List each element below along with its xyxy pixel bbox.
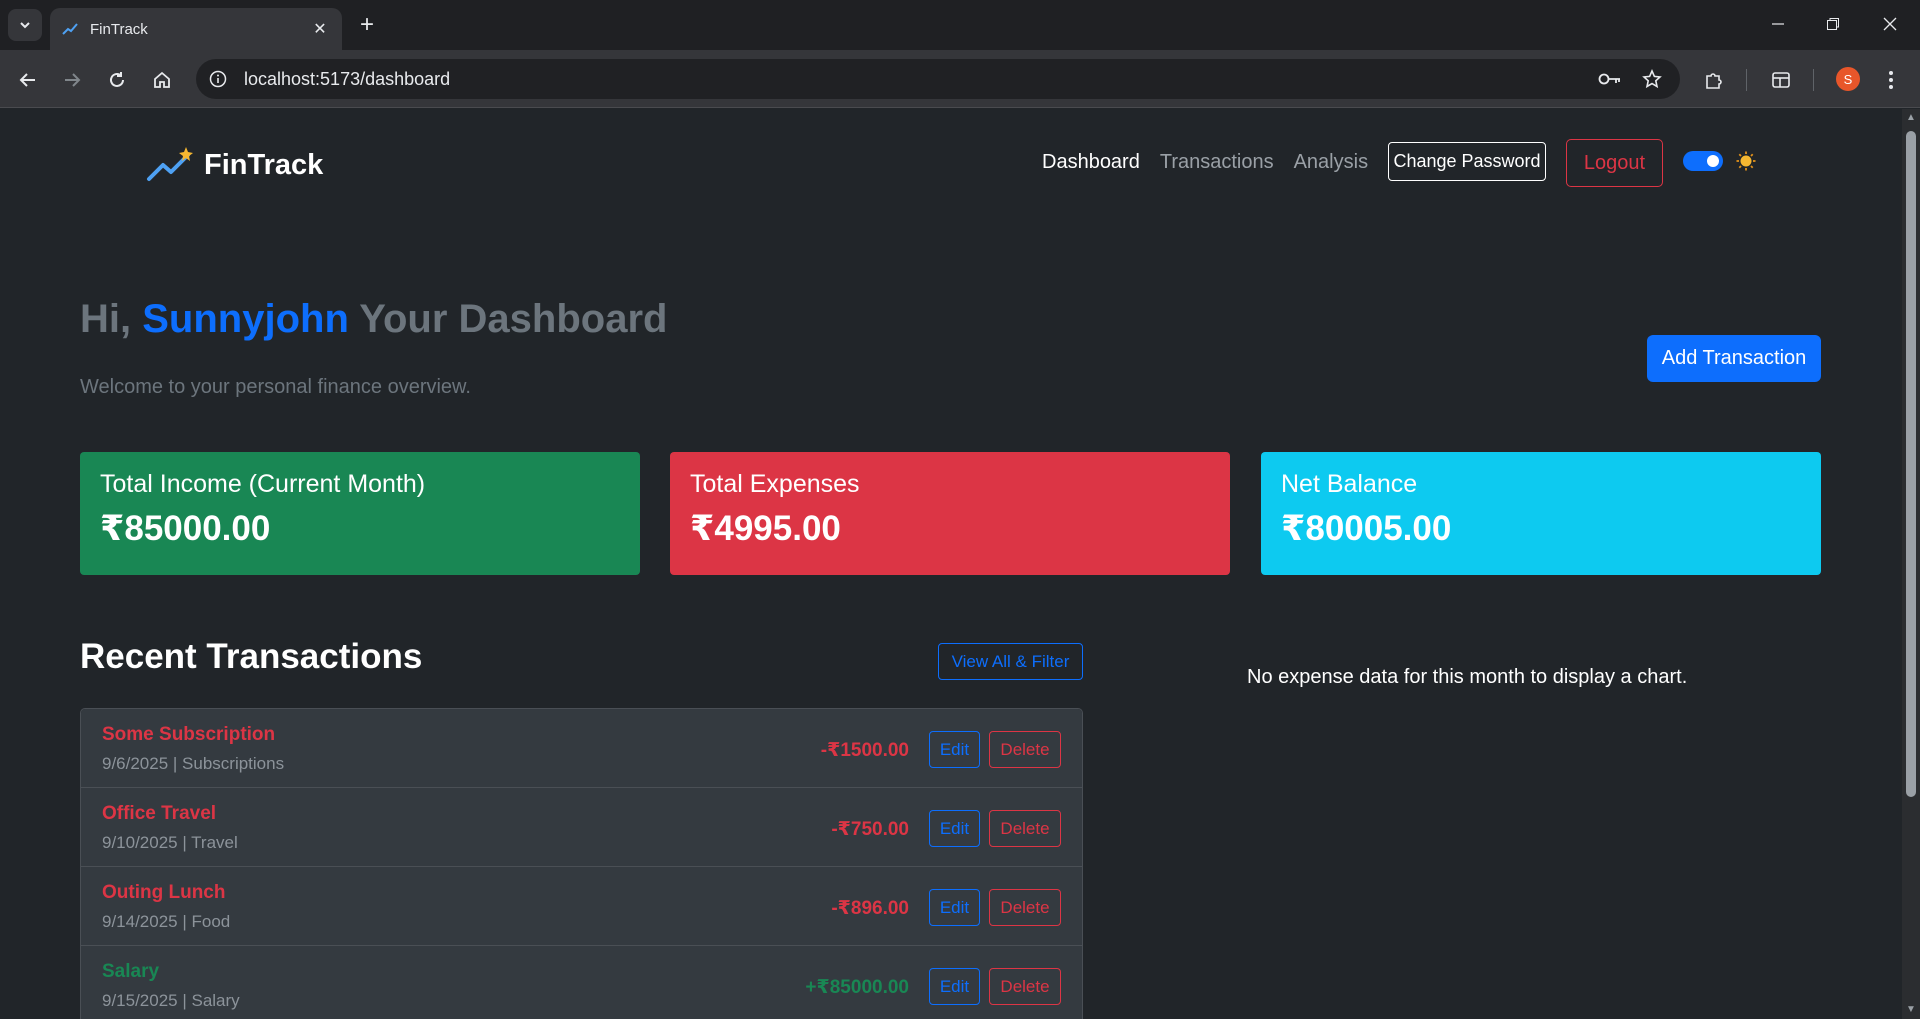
minimize-icon bbox=[1772, 23, 1784, 25]
trend-up-icon bbox=[147, 147, 193, 181]
star-icon[interactable] bbox=[1642, 69, 1662, 89]
page-title: Hi, Sunnyjohn Your Dashboard bbox=[80, 297, 667, 342]
edit-button[interactable]: Edit bbox=[929, 889, 980, 926]
edit-button[interactable]: Edit bbox=[929, 731, 980, 768]
side-panel-button[interactable] bbox=[1765, 64, 1797, 96]
view-all-filter-button[interactable]: View All & Filter bbox=[938, 643, 1083, 680]
scroll-down-icon[interactable]: ▼ bbox=[1906, 1005, 1916, 1015]
delete-button[interactable]: Delete bbox=[989, 810, 1061, 847]
transaction-name: Some Subscription bbox=[102, 724, 276, 745]
balance-card: Net Balance ₹80005.00 bbox=[1261, 452, 1821, 575]
recent-transactions-title: Recent Transactions bbox=[80, 637, 423, 676]
nav-link-analysis[interactable]: Analysis bbox=[1294, 151, 1368, 174]
nav-link-transactions[interactable]: Transactions bbox=[1160, 151, 1274, 174]
transaction-name: Office Travel bbox=[102, 803, 217, 824]
income-card-value: ₹85000.00 bbox=[100, 509, 271, 548]
change-password-button[interactable]: Change Password bbox=[1388, 142, 1546, 181]
close-tab-icon[interactable]: ✕ bbox=[310, 19, 330, 39]
balance-card-title: Net Balance bbox=[1281, 470, 1418, 498]
arrow-right-icon bbox=[65, 73, 81, 87]
sun-icon bbox=[1736, 151, 1756, 171]
browser-tab-strip: FinTrack ✕ + bbox=[0, 0, 1920, 50]
transaction-name: Salary bbox=[102, 961, 160, 982]
close-icon bbox=[1883, 17, 1897, 31]
transaction-meta: 9/10/2025 | Travel bbox=[102, 833, 238, 852]
browser-menu-button[interactable] bbox=[1875, 64, 1907, 96]
edit-button[interactable]: Edit bbox=[929, 810, 980, 847]
new-tab-button[interactable]: + bbox=[352, 10, 382, 40]
page-subtitle: Welcome to your personal finance overvie… bbox=[80, 376, 471, 398]
url-text[interactable]: localhost:5173/dashboard bbox=[244, 69, 1598, 90]
logout-button[interactable]: Logout bbox=[1566, 139, 1663, 187]
puzzle-icon bbox=[1706, 73, 1722, 89]
restore-button[interactable] bbox=[1813, 8, 1853, 40]
dashboard-page: FinTrack Dashboard Transactions Analysis… bbox=[0, 109, 1902, 1019]
address-bar[interactable]: localhost:5173/dashboard bbox=[196, 59, 1680, 99]
brand-logo[interactable]: FinTrack bbox=[146, 145, 323, 185]
scroll-thumb[interactable] bbox=[1906, 131, 1916, 797]
expenses-card-value: ₹4995.00 bbox=[690, 509, 841, 548]
delete-button[interactable]: Delete bbox=[989, 968, 1061, 1005]
transaction-meta: 9/14/2025 | Food bbox=[102, 912, 231, 931]
brand-name: FinTrack bbox=[204, 148, 324, 181]
main-nav: Dashboard Transactions Analysis bbox=[1042, 151, 1368, 174]
transaction-name: Outing Lunch bbox=[102, 882, 226, 903]
arrow-left-icon bbox=[19, 73, 35, 87]
reload-icon bbox=[110, 72, 124, 87]
profile-avatar[interactable]: S bbox=[1836, 67, 1860, 91]
forward-button[interactable] bbox=[56, 64, 88, 96]
income-card-title: Total Income (Current Month) bbox=[100, 470, 426, 498]
greeting-suffix: Your Dashboard bbox=[359, 297, 668, 341]
close-window-button[interactable] bbox=[1870, 8, 1910, 40]
income-card: Total Income (Current Month) ₹85000.00 bbox=[80, 452, 640, 575]
add-transaction-button[interactable]: Add Transaction bbox=[1647, 335, 1821, 382]
browser-toolbar: localhost:5173/dashboard S bbox=[0, 50, 1920, 108]
transaction-amount: -₹896.00 bbox=[831, 898, 909, 919]
transaction-row: Office Travel 9/10/2025 | Travel -₹750.0… bbox=[81, 788, 1082, 867]
nav-link-dashboard[interactable]: Dashboard bbox=[1042, 151, 1140, 174]
chart-empty-message: No expense data for this month to displa… bbox=[1247, 666, 1688, 688]
side-panel-icon bbox=[1772, 72, 1790, 88]
greeting-prefix: Hi, bbox=[80, 297, 132, 341]
home-icon bbox=[154, 71, 170, 88]
transaction-amount: -₹1500.00 bbox=[820, 740, 909, 761]
theme-toggle[interactable] bbox=[1683, 151, 1723, 171]
transaction-meta: 9/6/2025 | Subscriptions bbox=[102, 754, 285, 773]
edit-button[interactable]: Edit bbox=[929, 968, 980, 1005]
toolbar-separator bbox=[1746, 69, 1747, 91]
restore-icon bbox=[1827, 18, 1839, 30]
transaction-row: Outing Lunch 9/14/2025 | Food -₹896.00 E… bbox=[81, 867, 1082, 946]
reload-button[interactable] bbox=[101, 64, 133, 96]
transaction-row: Salary 9/15/2025 | Salary +₹85000.00 Edi… bbox=[81, 946, 1082, 1019]
key-icon[interactable] bbox=[1598, 71, 1622, 87]
balance-card-value: ₹80005.00 bbox=[1281, 509, 1452, 548]
site-info-icon[interactable] bbox=[204, 65, 232, 93]
chevron-down-icon bbox=[20, 22, 30, 29]
home-button[interactable] bbox=[146, 64, 178, 96]
transaction-list: Some Subscription 9/6/2025 | Subscriptio… bbox=[80, 708, 1083, 1019]
transaction-row: Some Subscription 9/6/2025 | Subscriptio… bbox=[81, 709, 1082, 788]
kebab-menu-icon bbox=[1889, 71, 1893, 89]
tab-search-button[interactable] bbox=[8, 9, 42, 41]
expenses-card-title: Total Expenses bbox=[690, 470, 860, 498]
delete-button[interactable]: Delete bbox=[989, 731, 1061, 768]
scroll-up-icon[interactable]: ▲ bbox=[1906, 113, 1916, 123]
transaction-amount: -₹750.00 bbox=[831, 819, 909, 840]
back-button[interactable] bbox=[12, 64, 44, 96]
extensions-button[interactable] bbox=[1698, 64, 1730, 96]
toolbar-separator bbox=[1813, 69, 1814, 91]
tab-title: FinTrack bbox=[90, 20, 148, 38]
transaction-amount: +₹85000.00 bbox=[805, 977, 909, 998]
toggle-knob bbox=[1707, 155, 1719, 167]
expenses-card: Total Expenses ₹4995.00 bbox=[670, 452, 1230, 575]
browser-tab[interactable]: FinTrack ✕ bbox=[50, 8, 342, 50]
transaction-meta: 9/15/2025 | Salary bbox=[102, 991, 240, 1010]
delete-button[interactable]: Delete bbox=[989, 889, 1061, 926]
page-scrollbar[interactable]: ▲ ▼ bbox=[1902, 109, 1920, 1019]
trend-chart-icon bbox=[62, 23, 78, 35]
username: Sunnyjohn bbox=[142, 297, 349, 341]
minimize-button[interactable] bbox=[1758, 8, 1798, 40]
